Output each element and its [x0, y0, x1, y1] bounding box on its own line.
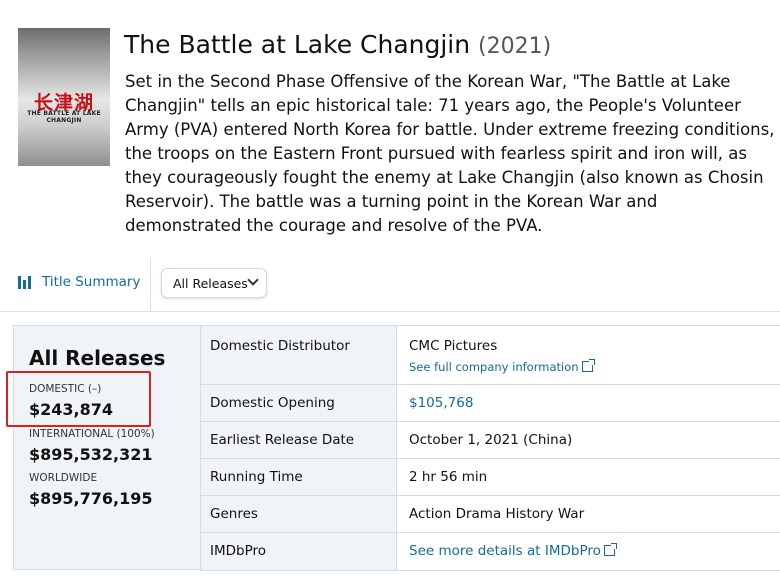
poster-title-english: THE BATTLE AT LAKE CHANGJIN — [27, 110, 101, 124]
movie-year: (2021) — [478, 34, 552, 59]
domestic-highlight-box — [6, 371, 151, 427]
tab-divider — [150, 259, 151, 311]
imdbpro-link[interactable]: See more details at IMDbPro — [409, 543, 617, 559]
row-label-genres: Genres — [200, 496, 397, 532]
table-row: Genres Action Drama History War — [200, 496, 780, 533]
tab-title-summary-label: Title Summary — [42, 274, 141, 290]
tab-title-summary[interactable]: Title Summary — [18, 274, 140, 290]
release-select-dropdown[interactable]: All Releases — [161, 268, 267, 298]
table-row: Domestic Distributor CMC Pictures See fu… — [200, 326, 780, 385]
bar-chart-icon — [18, 275, 34, 289]
international-label: INTERNATIONAL (100%) — [29, 428, 155, 440]
table-row: IMDbPro See more details at IMDbPro — [200, 533, 780, 571]
chevron-down-icon — [247, 274, 259, 286]
movie-title: The Battle at Lake Changjin (2021) — [124, 30, 551, 59]
external-link-icon — [603, 543, 617, 556]
genres-value: Action Drama History War — [409, 506, 585, 522]
all-releases-heading: All Releases — [29, 346, 166, 370]
running-time-value: 2 hr 56 min — [409, 469, 488, 485]
table-row: Running Time 2 hr 56 min — [200, 459, 780, 496]
table-row: Earliest Release Date October 1, 2021 (C… — [200, 422, 780, 459]
all-releases-summary: All Releases DOMESTIC (–) $243,874 INTER… — [13, 325, 201, 570]
worldwide-gross: $895,776,195 — [29, 489, 153, 508]
imdbpro-link-text: See more details at IMDbPro — [409, 543, 601, 559]
release-select-label: All Releases — [173, 275, 248, 291]
details-table: Domestic Distributor CMC Pictures See fu… — [200, 325, 780, 571]
distributor-value: CMC Pictures — [409, 338, 498, 354]
tab-bar: Title Summary All Releases — [0, 259, 780, 312]
domestic-opening-link[interactable]: $105,768 — [409, 395, 473, 411]
table-row: Domestic Opening $105,768 — [200, 385, 780, 422]
row-label-imdbpro: IMDbPro — [200, 533, 397, 570]
movie-synopsis: Set in the Second Phase Offensive of the… — [125, 72, 775, 235]
international-gross: $895,532,321 — [29, 445, 153, 464]
worldwide-label: WORLDWIDE — [29, 472, 98, 484]
company-info-link-text: See full company information — [409, 360, 579, 374]
company-info-link[interactable]: See full company information — [409, 359, 595, 375]
row-label-release-date: Earliest Release Date — [200, 422, 397, 458]
row-label-running-time: Running Time — [200, 459, 397, 495]
movie-title-text: The Battle at Lake Changjin — [124, 30, 471, 59]
row-label-distributor: Domestic Distributor — [200, 326, 397, 384]
row-label-opening: Domestic Opening — [200, 385, 397, 421]
release-date-value: October 1, 2021 (China) — [409, 432, 573, 448]
external-link-icon — [581, 359, 595, 372]
movie-poster[interactable]: 长津湖 THE BATTLE AT LAKE CHANGJIN — [18, 28, 110, 166]
